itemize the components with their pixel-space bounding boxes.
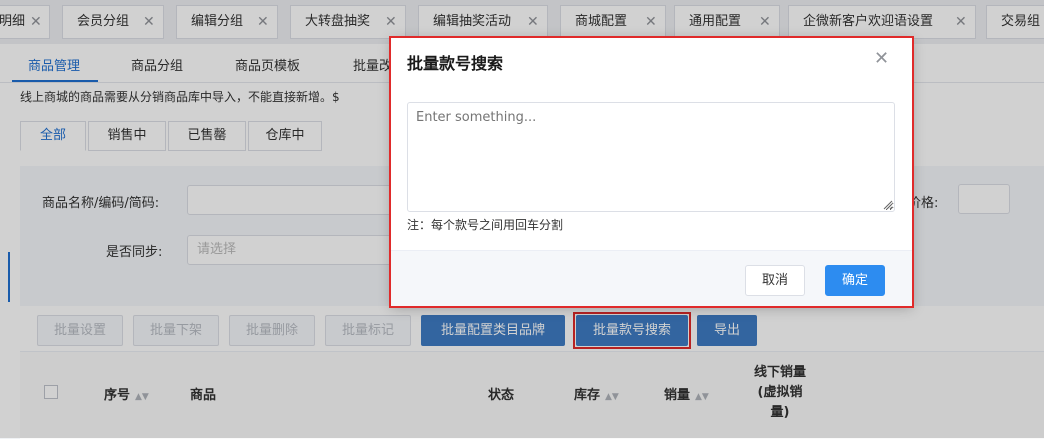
batch-style-search-modal: 批量款号搜索 ✕ 注：每个款号之间用回车分割 取消 确定 [391,38,912,307]
close-icon[interactable]: ✕ [874,48,889,69]
style-number-textarea[interactable] [407,102,895,212]
modal-hint: 注：每个款号之间用回车分割 [407,218,564,232]
resize-grip-icon[interactable] [881,198,893,210]
modal-title: 批量款号搜索 [407,54,504,73]
modal-footer: 取消 确定 [391,250,912,307]
confirm-button[interactable]: 确定 [825,265,885,296]
cancel-button[interactable]: 取消 [745,265,805,296]
